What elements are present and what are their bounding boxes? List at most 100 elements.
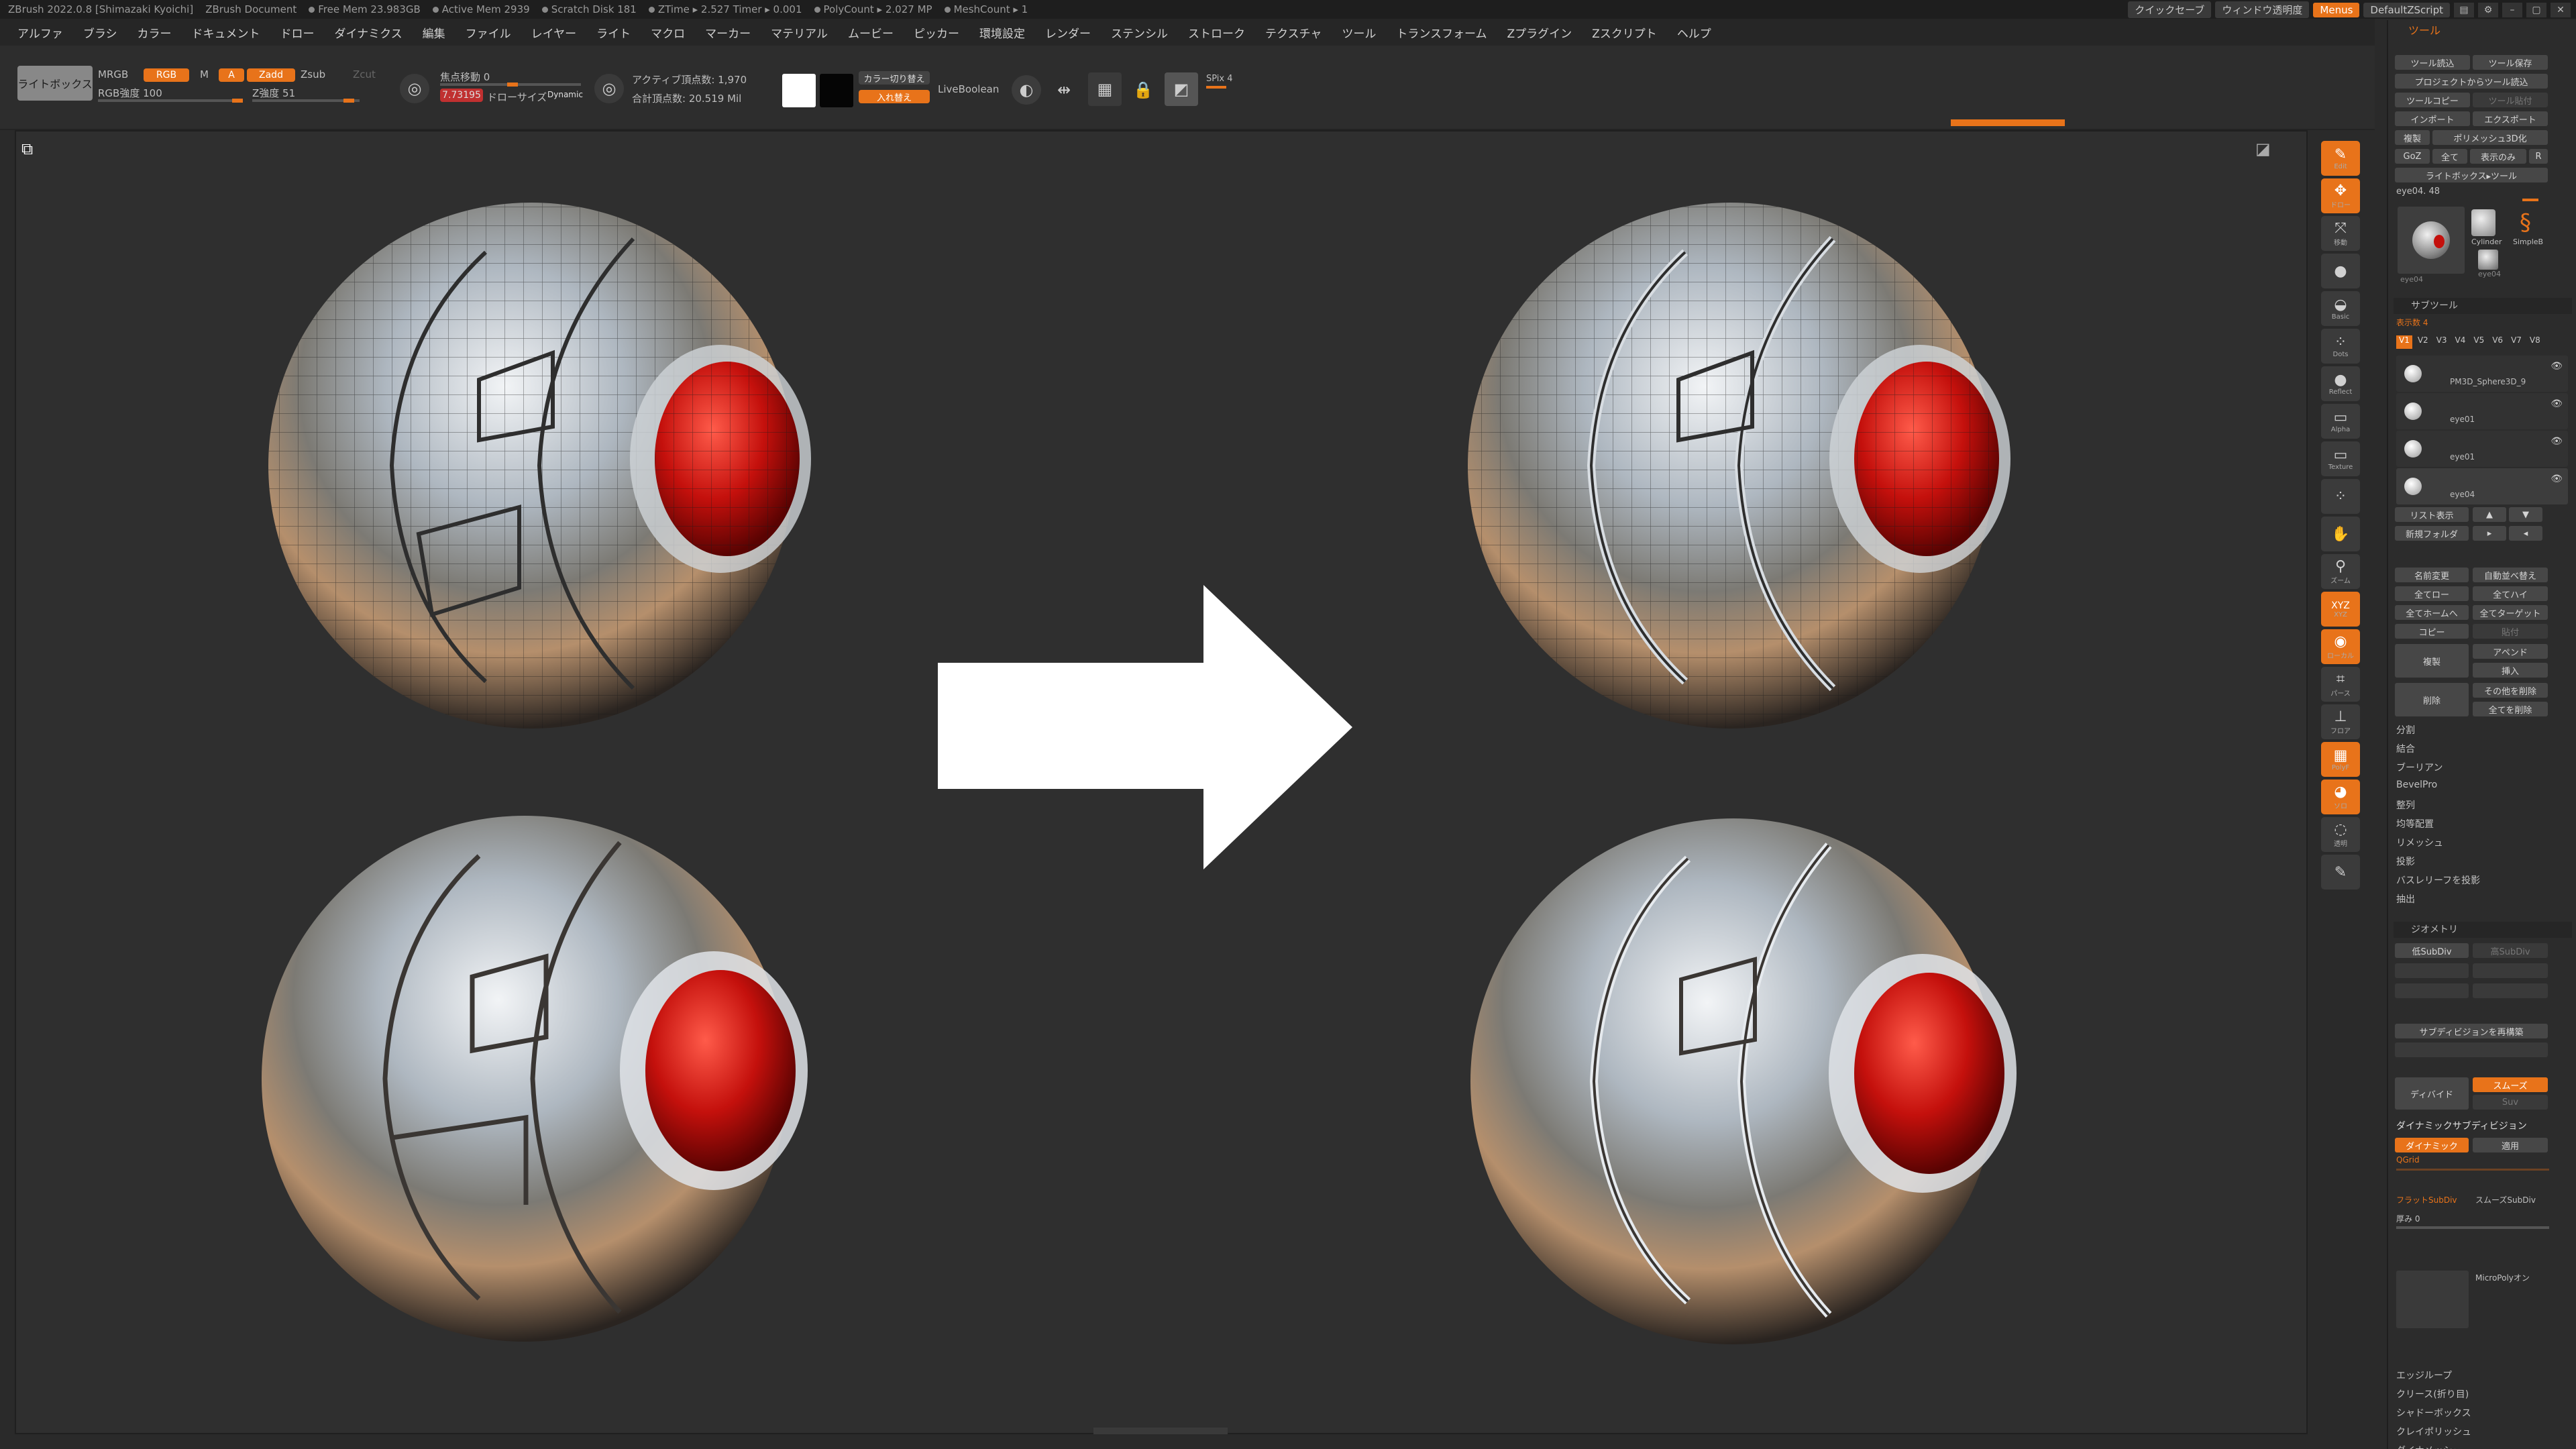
align-menu[interactable]: 整列: [2396, 798, 2415, 812]
shelf-button[interactable]: ✥ ドロー: [2321, 178, 2360, 213]
visibility-icon[interactable]: 👁: [2551, 474, 2563, 484]
menu-item[interactable]: テクスチャ: [1265, 24, 1322, 41]
boolean-menu[interactable]: ブーリアン: [2396, 761, 2443, 774]
delete-all-button[interactable]: 全てを削除: [2473, 702, 2548, 716]
subtool-row[interactable]: 👁 eye04: [2396, 468, 2568, 504]
menu-item[interactable]: ピッカー: [914, 24, 959, 41]
split-menu[interactable]: 分割: [2396, 723, 2415, 737]
layout-icon[interactable]: ▤: [2454, 2, 2474, 17]
shelf-button[interactable]: ◕ ソロ: [2321, 780, 2360, 814]
spix-slider[interactable]: [1206, 86, 1226, 89]
secondary-color-swatch[interactable]: [820, 74, 853, 107]
menu-item[interactable]: ヘルプ: [1677, 24, 1711, 41]
draw-size-icon[interactable]: ◎: [594, 74, 624, 103]
subtool-row[interactable]: 👁 PM3D_Sphere3D_9: [2396, 356, 2568, 392]
claypolish-menu[interactable]: クレイポリッシュ: [2396, 1425, 2471, 1438]
subtool-row[interactable]: 👁 eye01: [2396, 393, 2568, 429]
version-toggle[interactable]: V4: [2453, 335, 2469, 349]
cylinder-icon[interactable]: [2471, 209, 2496, 236]
shelf-button[interactable]: ●: [2321, 254, 2360, 288]
shelf-button[interactable]: ⁘: [2321, 479, 2360, 514]
version-toggle[interactable]: V7: [2508, 335, 2524, 349]
menu-item[interactable]: ムービー: [848, 24, 894, 41]
menu-item[interactable]: Zスクリプト: [1592, 24, 1657, 41]
geometry-header[interactable]: ジオメトリ: [2394, 922, 2572, 938]
dynamic-subdiv-label[interactable]: ダイナミックサブディビジョン: [2396, 1119, 2527, 1132]
smooth-subdiv-label[interactable]: スムーズSubDiv: [2475, 1194, 2536, 1205]
import-button[interactable]: インポート: [2395, 111, 2470, 126]
higher-subdiv-button[interactable]: 高SubDiv: [2473, 943, 2548, 958]
move-down-icon[interactable]: ▼: [2509, 507, 2542, 522]
version-toggle[interactable]: V8: [2527, 335, 2543, 349]
lightbox-tools-button[interactable]: ライトボックス▸ツール: [2395, 168, 2548, 182]
paste-button[interactable]: 貼付: [2473, 624, 2548, 639]
menu-item[interactable]: マーカー: [705, 24, 751, 41]
color-switch-button[interactable]: カラー切り替え: [859, 71, 930, 85]
dynamic-toggle[interactable]: Dynamic: [547, 90, 583, 99]
paste-tool-button[interactable]: ツール貼付: [2473, 93, 2548, 107]
micropoly-thumb[interactable]: [2396, 1271, 2469, 1328]
extract-menu[interactable]: 抽出: [2396, 892, 2415, 906]
simplebrush-icon[interactable]: §: [2520, 209, 2544, 236]
eye-thumb-icon[interactable]: [2478, 250, 2498, 270]
visibility-icon[interactable]: 👁: [2551, 361, 2563, 372]
menu-item[interactable]: ストローク: [1188, 24, 1245, 41]
focal-shift-icon[interactable]: ◎: [400, 74, 429, 103]
maximize-icon[interactable]: ▢: [2526, 2, 2546, 17]
list-view-button[interactable]: リスト表示: [2395, 507, 2469, 522]
shelf-button[interactable]: ⁘ Dots: [2321, 329, 2360, 364]
thickness-slider[interactable]: [2396, 1226, 2549, 1229]
folder-icon[interactable]: ▸: [2473, 526, 2506, 541]
freeze-subdiv-button[interactable]: [2395, 983, 2469, 998]
shelf-button[interactable]: ⚲ ズーム: [2321, 554, 2360, 589]
menu-item[interactable]: ダイナミクス: [335, 24, 402, 41]
bevelpro-menu[interactable]: BevelPro: [2396, 780, 2437, 790]
version-toggle[interactable]: V6: [2489, 335, 2506, 349]
menu-item[interactable]: 編集: [423, 24, 445, 41]
shelf-button[interactable]: ✎: [2321, 855, 2360, 890]
menu-item[interactable]: マテリアル: [771, 24, 828, 41]
shelf-button[interactable]: ▭ Texture: [2321, 441, 2360, 476]
folder-close-icon[interactable]: ◂: [2509, 526, 2542, 541]
duplicate-button[interactable]: 複製: [2395, 644, 2469, 678]
version-toggle[interactable]: V5: [2471, 335, 2487, 349]
dynamesh-menu[interactable]: ダイナメッシュ: [2396, 1444, 2462, 1449]
lower-subdiv-button[interactable]: 低SubDiv: [2395, 943, 2469, 958]
export-button[interactable]: エクスポート: [2473, 111, 2548, 126]
remesh-menu[interactable]: リメッシュ: [2396, 836, 2443, 849]
shelf-button[interactable]: ⊥ フロア: [2321, 704, 2360, 739]
make-polymesh-button[interactable]: ポリメッシュ3D化: [2432, 130, 2548, 145]
shelf-button[interactable]: ▭ Alpha: [2321, 404, 2360, 439]
settings-icon[interactable]: ⚙: [2478, 2, 2498, 17]
menu-item[interactable]: 環境設定: [979, 24, 1025, 41]
draw-size-value[interactable]: 7.73195: [440, 89, 483, 102]
shelf-button[interactable]: ◒ Basic: [2321, 291, 2360, 326]
mrgb-button[interactable]: MRGB: [98, 68, 128, 80]
shelf-button[interactable]: ✎ Edit: [2321, 141, 2360, 176]
m-button[interactable]: M: [200, 68, 209, 80]
version-toggle[interactable]: V1: [2396, 335, 2412, 349]
zadd-button[interactable]: Zadd: [247, 68, 295, 82]
apply-button[interactable]: 適用: [2473, 1138, 2548, 1152]
version-toggle[interactable]: V3: [2434, 335, 2450, 349]
shelf-button[interactable]: ◌ 透明: [2321, 817, 2360, 852]
reconstruct-subdiv-button[interactable]: サブディビジョンを再構築: [2395, 1024, 2548, 1038]
version-toggle[interactable]: V2: [2415, 335, 2431, 349]
viewport-canvas[interactable]: ⧉ ◪: [15, 130, 2308, 1434]
qgrid-label[interactable]: QGrid: [2396, 1155, 2420, 1165]
texture-icon[interactable]: ◩: [1165, 72, 1198, 106]
shelf-button[interactable]: ◉ ローカル: [2321, 629, 2360, 664]
focal-shift-knob[interactable]: [507, 83, 518, 87]
clone-button[interactable]: 複製: [2395, 130, 2430, 145]
thickness-label[interactable]: 厚み 0: [2396, 1213, 2420, 1224]
shadowbox-menu[interactable]: シャドーボックス: [2396, 1406, 2471, 1419]
shelf-button[interactable]: ⌗ パース: [2321, 667, 2360, 702]
liveboolean-button[interactable]: LiveBoolean: [938, 83, 999, 95]
goz-all-button[interactable]: 全て: [2432, 149, 2467, 164]
shelf-button[interactable]: ▦ PolyF: [2321, 742, 2360, 777]
rgb-intensity-slider[interactable]: [98, 99, 243, 102]
main-color-swatch[interactable]: [782, 74, 816, 107]
del-higher-button[interactable]: [2473, 983, 2548, 998]
visible-only-button[interactable]: 表示のみ: [2470, 149, 2526, 164]
menu-item[interactable]: レイヤー: [531, 24, 577, 41]
